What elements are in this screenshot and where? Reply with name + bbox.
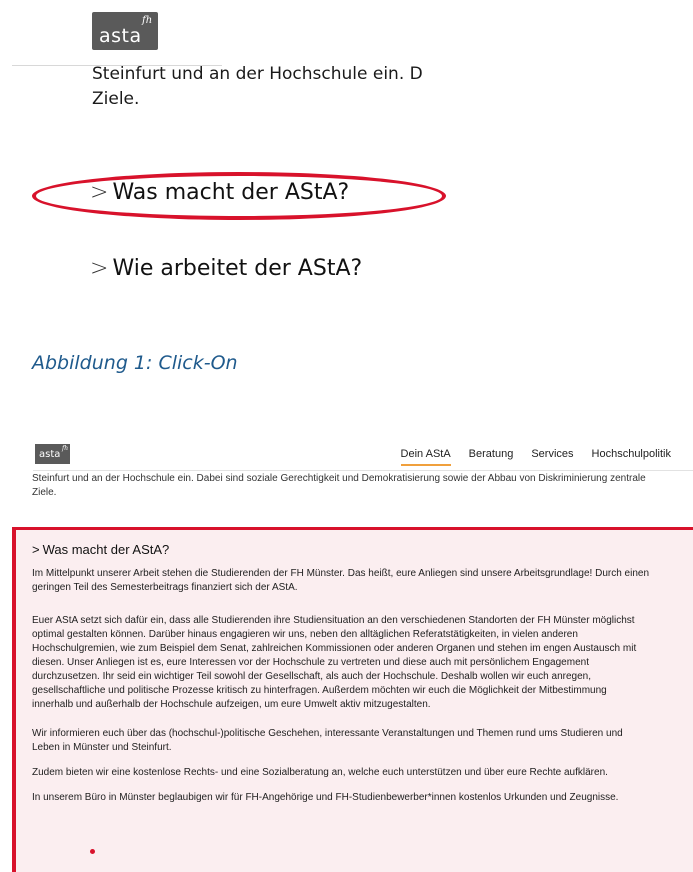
- paragraph-line: Euer AStA setzt sich dafür ein, dass all…: [32, 615, 635, 626]
- logo-text: asta: [39, 449, 61, 460]
- paragraph-line: diesen. Unser Anliegen ist es, eure Inte…: [32, 657, 589, 668]
- header-divider: [33, 470, 693, 471]
- paragraph-line: geringen Teil des Semesterbeitrags finan…: [32, 582, 298, 593]
- chevron-right-icon: >: [32, 542, 40, 557]
- figure-caption: Abbildung 1: Click-On: [32, 352, 238, 374]
- intro-text-line: Steinfurt und an der Hochschule ein. Dab: [92, 64, 422, 84]
- intro-text-line: Ziele.: [32, 487, 57, 498]
- paragraph-line: optimal gestalten können. Darüber hinaus…: [32, 629, 578, 640]
- paragraph-line: innerhalb und außerhalb der Hochschule a…: [32, 699, 431, 710]
- nav-item-services[interactable]: Services: [531, 448, 573, 464]
- nav-item-beratung[interactable]: Beratung: [469, 448, 514, 464]
- asta-logo[interactable]: asta fh: [35, 444, 70, 464]
- annotation-dot: [90, 849, 95, 854]
- paragraph: Im Mittelpunkt unserer Arbeit stehen die…: [32, 567, 672, 595]
- accordion-how-does-asta-work[interactable]: > Wie arbeitet der AStA?: [90, 256, 362, 281]
- logo-superscript: fh: [142, 15, 153, 26]
- accordion-label: Wie arbeitet der AStA?: [112, 256, 363, 281]
- section-title: Was macht der AStA?: [42, 542, 170, 557]
- paragraph-line: gesellschaftliche und politische Prozess…: [32, 685, 607, 696]
- accordion-what-does-asta-do-expanded[interactable]: > Was macht der AStA?: [32, 542, 169, 557]
- paragraph: In unserem Büro in Münster beglaubigen w…: [32, 791, 672, 805]
- main-nav: Dein AStA Beratung Services Hochschulpol…: [400, 448, 671, 466]
- paragraph-line: Zudem bieten wir eine kostenlose Rechts-…: [32, 767, 608, 778]
- asta-logo[interactable]: asta fh: [92, 12, 158, 50]
- logo-superscript: fh: [62, 445, 69, 452]
- paragraph: Zudem bieten wir eine kostenlose Rechts-…: [32, 766, 672, 780]
- paragraph: Wir informieren euch über das (hochschul…: [32, 727, 672, 755]
- intro-text-line: Steinfurt und an der Hochschule ein. Dab…: [32, 473, 646, 484]
- chevron-right-icon: >: [90, 256, 109, 281]
- paragraph-line: Leben in Münster und Steinfurt.: [32, 742, 172, 753]
- paragraph-line: Hochschulgremien, wie zum Beispiel dem S…: [32, 643, 637, 654]
- paragraph: Euer AStA setzt sich dafür ein, dass all…: [32, 614, 672, 712]
- paragraph-line: Wir informieren euch über das (hochschul…: [32, 728, 623, 739]
- nav-item-dein-asta[interactable]: Dein AStA: [400, 448, 451, 466]
- paragraph-line: durchzusetzen. Ihr seid ein wichtiger Te…: [32, 671, 591, 682]
- intro-text-line: Ziele.: [92, 89, 140, 109]
- paragraph-line: Im Mittelpunkt unserer Arbeit stehen die…: [32, 568, 650, 579]
- nav-item-hochschulpolitik[interactable]: Hochschulpolitik: [592, 448, 671, 464]
- logo-text: asta: [99, 25, 142, 47]
- highlight-ellipse: [32, 172, 446, 220]
- paragraph-line: In unserem Büro in Münster beglaubigen w…: [32, 792, 619, 803]
